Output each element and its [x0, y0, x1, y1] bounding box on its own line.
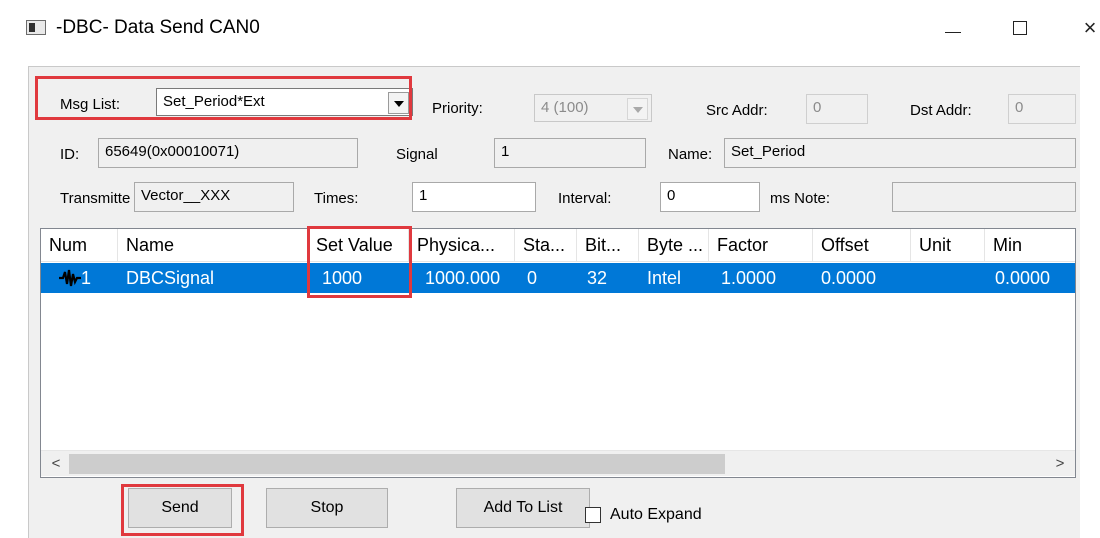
column-bits[interactable]: Bit...	[577, 229, 639, 261]
interval-label: Interval:	[558, 190, 612, 207]
cell-physical: 1000.000	[425, 268, 501, 288]
ms-note-label: ms Note:	[770, 190, 831, 207]
column-physical[interactable]: Physica...	[409, 229, 515, 261]
msg-list-label: Msg List:	[60, 96, 121, 113]
priority-value: 4 (100)	[541, 99, 589, 116]
times-input[interactable]: 1	[412, 182, 536, 212]
priority-select[interactable]: 4 (100)	[534, 94, 652, 122]
column-set-value[interactable]: Set Value	[308, 229, 409, 261]
auto-expand-checkbox[interactable]	[585, 507, 601, 523]
add-to-list-button[interactable]: Add To List	[456, 488, 590, 528]
chevron-down-icon[interactable]	[627, 98, 648, 120]
cell-bits: 32	[587, 268, 608, 288]
src-addr-label: Src Addr:	[706, 102, 768, 119]
horizontal-scrollbar[interactable]: < >	[41, 450, 1075, 476]
name-field[interactable]: Set_Period	[724, 138, 1076, 168]
app-icon	[26, 20, 46, 35]
signal-table[interactable]: Num Name Set Value Physica... Sta... Bit…	[40, 228, 1076, 478]
cell-unit	[911, 263, 919, 293]
scroll-thumb[interactable]	[69, 454, 725, 474]
minimize-button[interactable]	[930, 10, 974, 46]
column-unit[interactable]: Unit	[911, 229, 985, 261]
transmitter-label: Transmitte	[60, 190, 131, 207]
window-title: -DBC- Data Send CAN0	[56, 17, 260, 38]
msg-list-select[interactable]: Set_Period*Ext	[156, 88, 413, 116]
send-button[interactable]: Send	[128, 488, 232, 528]
cell-start: 0	[527, 268, 538, 288]
cell-offset: 0.0000	[821, 268, 877, 288]
cell-factor: 1.0000	[721, 268, 777, 288]
id-label: ID:	[60, 146, 80, 163]
stop-button[interactable]: Stop	[266, 488, 388, 528]
src-addr-field[interactable]: 0	[806, 94, 868, 124]
cell-num: 1	[81, 268, 92, 288]
cell-byte-order: Intel	[647, 268, 682, 288]
signal-wave-icon	[57, 263, 83, 293]
cell-name: DBCSignal	[126, 268, 215, 288]
cell-min: 0.0000	[995, 268, 1051, 288]
maximize-button[interactable]	[998, 10, 1042, 46]
id-field[interactable]: 65649(0x00010071)	[98, 138, 358, 168]
name-label: Name:	[668, 146, 713, 163]
auto-expand-label[interactable]: Auto Expand	[610, 506, 702, 524]
cell-set-value[interactable]: 1000	[314, 263, 362, 293]
column-offset[interactable]: Offset	[813, 229, 911, 261]
scroll-right-icon[interactable]: >	[1047, 451, 1073, 477]
dst-addr-field[interactable]: 0	[1008, 94, 1076, 124]
column-factor[interactable]: Factor	[709, 229, 813, 261]
note-field[interactable]	[892, 182, 1076, 212]
interval-input[interactable]: 0	[660, 182, 760, 212]
dst-addr-label: Dst Addr:	[910, 102, 972, 119]
column-name[interactable]: Name	[118, 229, 308, 261]
priority-label: Priority:	[432, 100, 483, 117]
signal-field[interactable]: 1	[494, 138, 646, 168]
column-min[interactable]: Min	[985, 229, 1075, 261]
signal-label: Signal	[396, 146, 438, 163]
chevron-down-icon[interactable]	[388, 92, 409, 114]
close-button[interactable]: ×	[1068, 10, 1100, 46]
scroll-left-icon[interactable]: <	[43, 451, 69, 477]
column-num[interactable]: Num	[41, 229, 118, 261]
msg-list-value: Set_Period*Ext	[163, 93, 265, 110]
table-header: Num Name Set Value Physica... Sta... Bit…	[41, 229, 1075, 262]
table-row[interactable]: 1 DBCSignal 1000 1000.000 0 32 Intel 1.0…	[41, 263, 1075, 293]
times-label: Times:	[314, 190, 359, 207]
transmitter-field[interactable]: Vector__XXX	[134, 182, 294, 212]
minimize-icon	[945, 32, 961, 33]
maximize-icon	[1013, 21, 1027, 35]
column-start[interactable]: Sta...	[515, 229, 577, 261]
column-byte-order[interactable]: Byte ...	[639, 229, 709, 261]
